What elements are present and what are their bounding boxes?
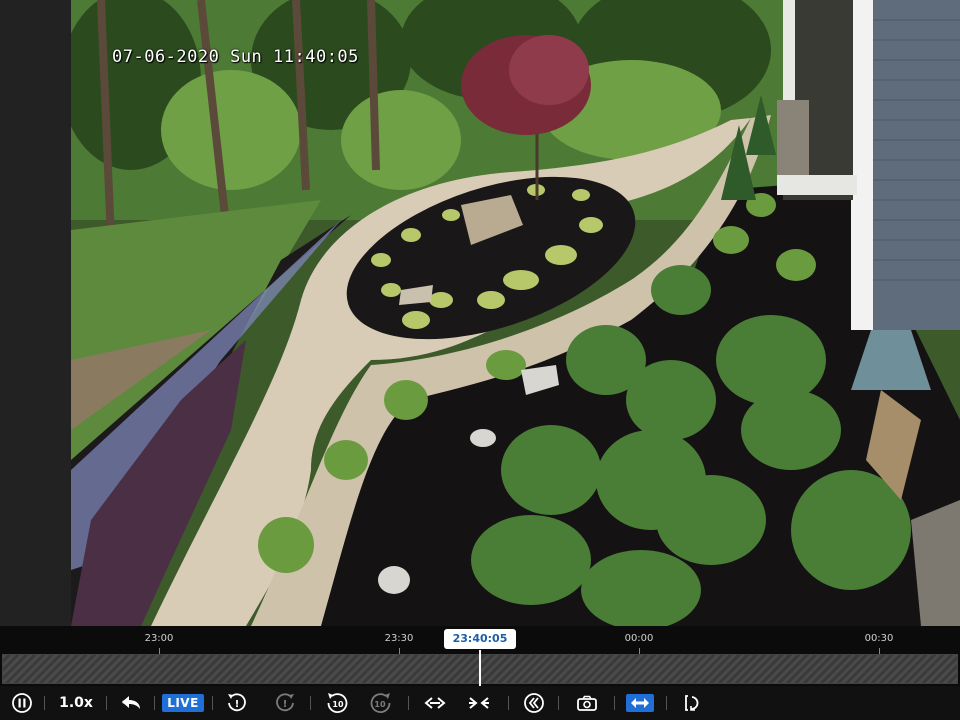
tick-label: 00:00 [624,633,654,644]
next-event-button[interactable]: ! [270,686,300,720]
pause-icon [12,693,32,713]
garden-scene [71,0,960,626]
fit-to-window-button[interactable] [624,686,656,720]
skip-back-icon: 10 [327,693,348,714]
divider [106,696,107,710]
fit-width-toggle [626,694,654,712]
svg-text:!: ! [283,699,288,710]
playback-timeline[interactable]: 23:00 23:30 00:00 00:30 23:40:05 [0,626,960,686]
rotate-icon [685,695,699,711]
rewind-to-start-button[interactable] [116,686,146,720]
camera-video-feed[interactable]: 07-06-2020 Sun 11:40:05 [71,0,960,626]
divider [508,696,509,710]
tick-label: 23:00 [144,633,174,644]
left-sidebar-strip [0,0,71,626]
tick-label: 00:30 [864,633,894,644]
expand-horizontal-icon [424,697,446,709]
compress-horizontal-icon [469,697,489,709]
divider [408,696,409,710]
tick-label: 23:30 [384,633,414,644]
divider [558,696,559,710]
skip-forward-seconds: 10 [374,700,386,709]
zoom-out-timeline-button[interactable] [420,686,450,720]
previous-event-icon: ! [228,693,246,712]
divider [44,696,45,710]
collapse-button[interactable] [520,686,548,720]
live-label: LIVE [162,694,204,712]
svg-text:!: ! [235,699,240,710]
next-event-icon: ! [276,693,294,712]
snapshot-button[interactable] [572,686,602,720]
pause-button[interactable] [8,686,36,720]
divider [154,696,155,710]
rotate-view-button[interactable] [678,686,708,720]
fit-width-icon [631,698,649,708]
playback-speed-button[interactable]: 1.0x [54,686,98,720]
jump-back-icon [122,696,140,709]
divider [614,696,615,710]
playback-controls: 1.0x LIVE ! ! 10 10 [0,686,960,720]
skip-back-seconds: 10 [332,700,344,709]
zoom-in-timeline-button[interactable] [464,686,494,720]
current-time-label: 23:40:05 [444,629,516,649]
camera-timestamp-overlay: 07-06-2020 Sun 11:40:05 [112,47,359,67]
live-button[interactable]: LIVE [162,686,204,720]
divider [310,696,311,710]
divider [212,696,213,710]
previous-event-button[interactable]: ! [222,686,252,720]
playhead[interactable] [479,650,481,686]
skip-forward-button[interactable]: 10 [366,686,396,720]
divider [666,696,667,710]
skip-forward-icon: 10 [370,693,391,714]
skip-back-button[interactable]: 10 [322,686,352,720]
double-chevron-left-icon [524,693,544,713]
camera-icon [577,695,597,711]
